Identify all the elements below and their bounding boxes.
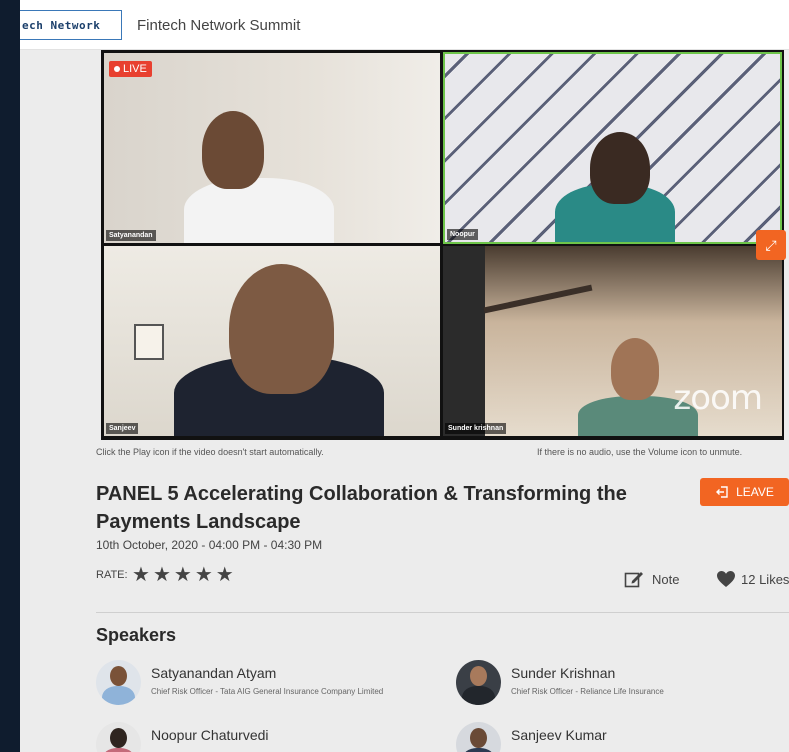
room-door [443,246,485,436]
session-title: PANEL 5 Accelerating Collaboration & Tra… [96,483,627,533]
participant-figure [184,178,334,243]
ceiling-fan [483,284,593,314]
star-icon[interactable]: ★ [195,564,213,586]
note-label: Note [652,571,680,587]
avatar [96,722,141,752]
avatar [456,722,501,752]
brand-logo-text: ech Network [22,18,101,32]
note-button[interactable]: Note [624,570,679,588]
speaker-role: Chief Risk Officer - Tata AIG General In… [151,687,384,696]
speaker-name: Noopur Chaturvedi [151,727,269,743]
speaker-name: Sunder Krishnan [511,665,616,681]
speaker-card[interactable]: Satyanandan Atyam Chief Risk Officer - T… [96,660,383,705]
live-dot-icon [114,66,120,72]
section-divider [96,612,789,613]
speaker-role: Chief Risk Officer - Reliance Life Insur… [511,687,664,696]
star-icon[interactable]: ★ [153,564,171,586]
speaker-card[interactable]: Sanjeev Kumar [456,722,607,752]
video-tile-sanjeev: Sanjeev [104,246,440,436]
rating-stars[interactable]: ★ ★ ★ ★ ★ [132,564,234,586]
participant-head [229,264,334,394]
avatar [456,660,501,705]
star-icon[interactable]: ★ [216,564,234,586]
heart-icon [717,571,735,587]
participant-head [611,338,659,400]
avatar [96,660,141,705]
speaker-card[interactable]: Sunder Krishnan Chief Risk Officer - Rel… [456,660,664,705]
participant-name-tag: Sunder krishnan [445,423,507,434]
fullscreen-button[interactable]: ⤢ [756,230,786,260]
video-player[interactable]: LIVE Satyanandan Noopur Sanjeev zoom Sun… [101,50,784,440]
speaker-name: Sanjeev Kumar [511,727,607,743]
top-bar: ech Network Fintech Network Summit [20,0,789,50]
video-tile-noopur: Noopur [443,52,782,244]
event-title: Fintech Network Summit [137,17,301,34]
participant-head [590,132,650,204]
like-button[interactable]: 12 Likes [716,570,789,588]
video-tile-sunder: zoom Sunder krishnan [443,246,782,436]
participant-head [202,111,264,189]
play-hint: Click the Play icon if the video doesn't… [96,447,324,457]
session-date: 10th October, 2020 - 04:00 PM - 04:30 PM [96,538,323,552]
star-icon[interactable]: ★ [132,564,150,586]
audio-hint: If there is no audio, use the Volume ico… [537,447,743,457]
leave-button[interactable]: LEAVE [700,478,789,506]
live-label: LIVE [123,63,147,75]
left-rail [0,0,20,752]
participant-name-tag: Sanjeev [106,423,139,434]
wall-frame [134,324,164,360]
video-tile-satyanandan: LIVE Satyanandan [104,53,440,243]
likes-count: 12 Likes [741,571,789,587]
rate-label: RATE: [96,569,128,581]
brand-logo[interactable]: ech Network [20,10,122,40]
star-icon[interactable]: ★ [174,564,192,586]
expand-icon: ⤢ [765,236,777,253]
leave-label: LEAVE [736,485,774,499]
zoom-watermark: zoom [673,378,763,418]
speaker-name: Satyanandan Atyam [151,665,277,681]
exit-icon [716,486,728,498]
participant-name-tag: Satyanandan [106,230,156,241]
participant-name-tag: Noopur [447,229,478,240]
speaker-card[interactable]: Noopur Chaturvedi [96,722,269,752]
edit-note-icon [624,572,643,588]
speakers-heading: Speakers [96,625,177,645]
live-badge: LIVE [109,61,152,77]
